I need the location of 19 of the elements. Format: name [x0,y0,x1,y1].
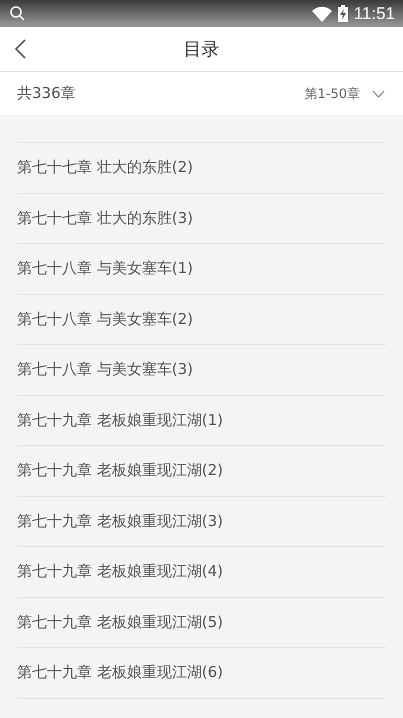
chapter-link[interactable]: 第七十九章 老板娘重现江湖(3) [17,512,224,531]
chevron-down-icon [372,90,385,98]
chapter-link[interactable]: 第七十八章 与美女塞车(2) [17,310,194,329]
chapter-link[interactable]: 第七十八章 与美女塞车(3) [17,360,194,380]
chapter-link[interactable]: 第七十九章 老板娘重现江湖(5) [17,612,224,632]
chapter-link[interactable]: 第七十八章 与美女塞车(1) [17,259,194,278]
chapter-link[interactable]: 第七十九章 老板娘重现江湖(2) [17,461,224,480]
range-dropdown[interactable]: 第1-50章 [304,84,385,102]
clock-time: 11:51 [354,4,395,24]
search-icon [10,6,25,21]
battery-charging-icon [338,5,348,22]
chapter-link[interactable]: 第七十七章 壮大的东胜(2) [17,158,194,178]
chapter-link[interactable]: 第七十七章 壮大的东胜(3) [17,208,194,228]
chapter-link[interactable]: 第七十九章 老板娘重现江湖(1) [17,410,224,430]
chapter-link[interactable]: 第七十九章 老板娘重现江湖(6) [17,663,224,682]
chapter-link[interactable]: 第七十九章 老板娘重现江湖(4) [17,562,224,582]
chapter-count: 共336章 [17,84,76,103]
page-title: 目录 [184,38,220,61]
wifi-icon [312,6,332,22]
